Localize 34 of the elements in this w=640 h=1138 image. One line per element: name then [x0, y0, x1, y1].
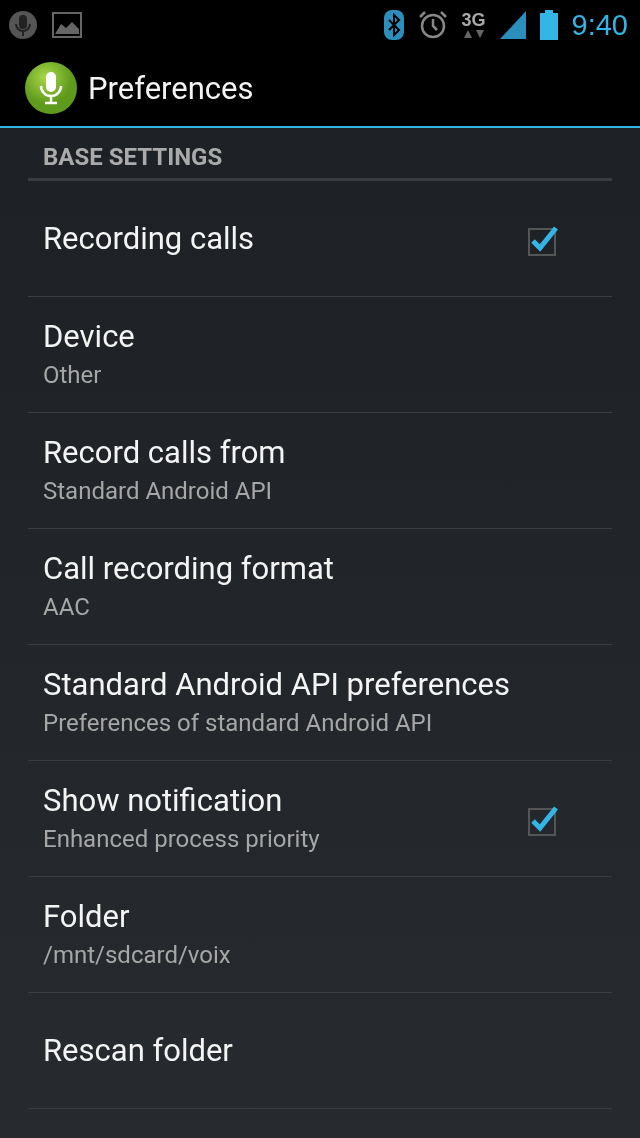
preference-summary: AAC — [43, 591, 91, 623]
image-icon — [52, 12, 82, 38]
network-type: 3G — [461, 11, 486, 29]
preference-item[interactable]: Rescan folder — [28, 993, 612, 1109]
preference-title: Device — [43, 316, 136, 357]
preference-item[interactable]: Show notification Enhanced process priority — [28, 761, 612, 877]
data-activity-icon — [462, 29, 485, 39]
preference-title: Standard Android API preferences — [43, 664, 511, 705]
battery-icon — [539, 10, 558, 40]
preference-summary: Preferences of standard Android API — [43, 707, 434, 739]
preference-item[interactable]: Call recording format AAC — [28, 529, 612, 645]
signal-icon — [499, 11, 526, 39]
preference-item[interactable]: Recording calls — [28, 181, 612, 297]
preference-item[interactable]: Record calls from Standard Android API — [28, 413, 612, 529]
preference-title: Recording calls — [43, 218, 256, 259]
screen-title: Preferences — [88, 69, 254, 107]
preference-item[interactable]: Standard Android API preferences Preferences of standard Android API — [28, 645, 612, 761]
preference-item[interactable]: Device Other — [28, 297, 612, 413]
section-header: BASE SETTINGS — [28, 128, 612, 181]
preference-summary: /mnt/sdcard/voix — [43, 939, 232, 971]
preference-summary: Enhanced process priority — [43, 823, 321, 855]
preference-summary: Other — [43, 359, 103, 391]
microphone-icon — [8, 10, 38, 40]
preference-item[interactable]: Folder /mnt/sdcard/voix — [28, 877, 612, 993]
bluetooth-icon — [383, 10, 404, 40]
preference-title: Folder — [43, 896, 131, 937]
clock-time: 9:40 — [571, 8, 628, 42]
preference-title: Rescan folder — [43, 1030, 234, 1071]
microphone-app-icon[interactable] — [24, 61, 78, 115]
alarm-clock-icon — [417, 10, 448, 40]
preference-title: Call recording format — [43, 548, 335, 589]
preference-title: Record calls from — [43, 432, 287, 473]
preference-title: Show notification — [43, 780, 284, 821]
preference-summary: Standard Android API — [43, 475, 274, 507]
